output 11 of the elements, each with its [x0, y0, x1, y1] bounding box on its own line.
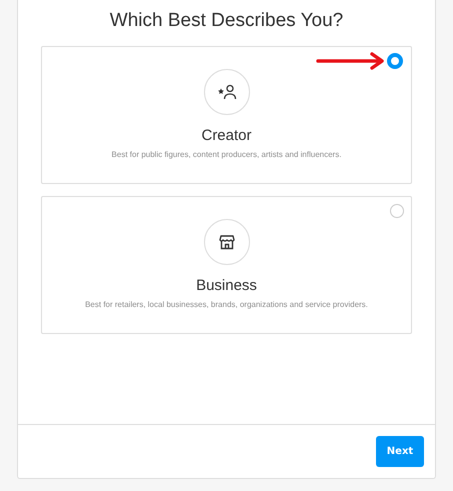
- storefront-icon: [218, 234, 234, 250]
- option-card[interactable]: Creator Best for public figures, content producers, artists and influencers.: [41, 46, 412, 184]
- option-description: Best for public figures, content producers, artists and influencers.: [112, 150, 342, 159]
- option-label: Business: [196, 277, 257, 294]
- radio-button[interactable]: [390, 204, 404, 218]
- option-card[interactable]: Business Best for retailers, local businesses, brands, organizations and service providers.: [41, 196, 412, 334]
- option-label: Creator: [201, 127, 252, 144]
- person-star-icon: [216, 84, 236, 100]
- option-description: Best for retailers, local businesses, brands, organizations and service providers.: [85, 300, 368, 309]
- dialog-title: Which Best Describes You?: [108, 10, 344, 32]
- radio-button[interactable]: [387, 53, 403, 69]
